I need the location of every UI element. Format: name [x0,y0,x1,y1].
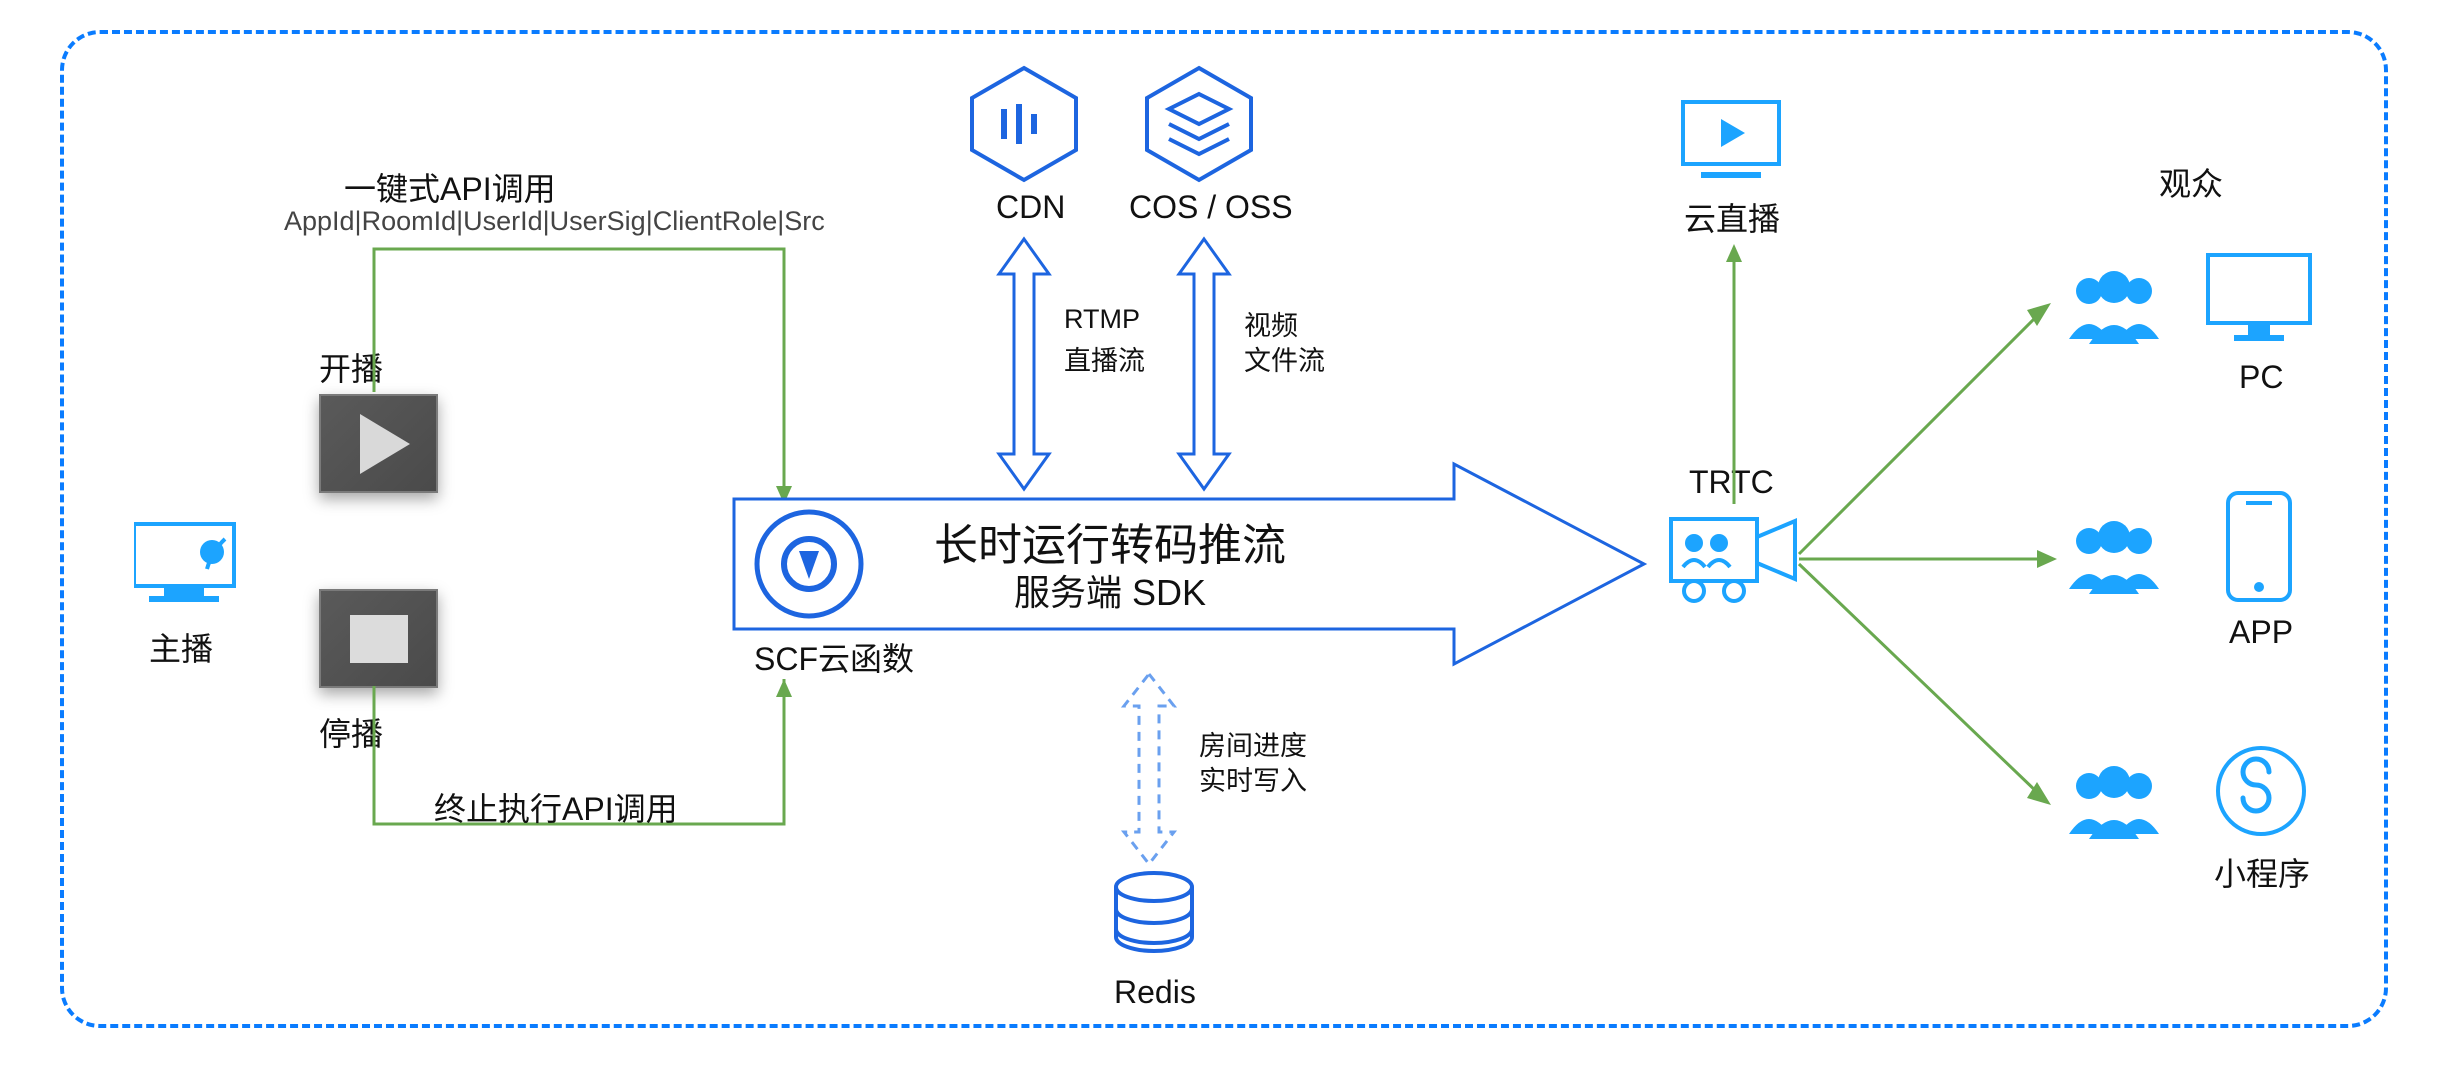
cos-icon [1139,64,1259,184]
cdn-icon [964,64,1084,184]
diagram-canvas: 主播 开播 停播 一键式API调用 AppId|RoomId|UserId|Us… [60,30,2388,1028]
module-line2: 服务端 SDK [1014,564,1206,616]
cdn-label: CDN [996,189,1065,226]
rtmp-l1: RTMP [1064,304,1140,335]
audience-title: 观众 [2159,159,2223,205]
scf-icon [754,509,864,624]
audience-group-2 [2059,519,2169,604]
redis-note1: 房间进度 [1199,724,1307,763]
redis-arrow [1119,674,1179,864]
live-icon [1681,94,1781,189]
trtc-icon [1669,509,1799,609]
redis-note2: 实时写入 [1199,759,1307,798]
pc-icon [2204,249,2314,354]
mini-label: 小程序 [2214,849,2310,895]
trtc-to-live-arrow [1724,244,1744,504]
terminate-api-label: 终止执行API调用 [434,784,678,830]
live-label: 云直播 [1684,194,1780,240]
fan-arrows [1799,244,2069,824]
redis-icon [1109,869,1199,974]
video-l2: 文件流 [1244,339,1325,378]
rtmp-arrow [994,239,1054,489]
video-arrow [1174,239,1234,489]
rtmp-l2: 直播流 [1064,339,1145,378]
audience-group-3 [2059,764,2169,849]
mini-icon [2214,744,2309,844]
scf-label: SCF云函数 [754,634,914,680]
video-l1: 视频 [1244,304,1298,343]
redis-label: Redis [1114,974,1196,1011]
app-label: APP [2229,614,2293,651]
pc-label: PC [2239,359,2283,396]
audience-group-1 [2059,269,2169,354]
cos-label: COS / OSS [1129,189,1293,226]
app-icon [2224,489,2294,609]
